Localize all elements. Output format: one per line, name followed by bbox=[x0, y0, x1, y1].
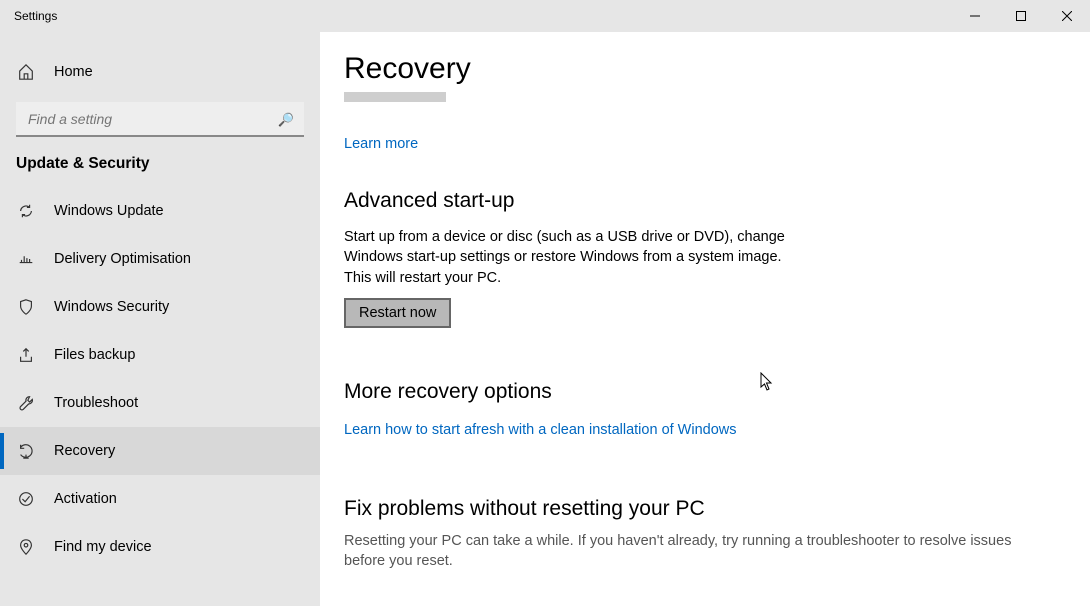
more-recovery-heading: More recovery options bbox=[344, 380, 1066, 404]
minimize-button[interactable] bbox=[952, 0, 998, 32]
page-title: Recovery bbox=[344, 52, 1066, 86]
restart-now-button[interactable]: Restart now bbox=[344, 298, 451, 328]
titlebar: Settings bbox=[0, 0, 1090, 32]
troubleshoot-icon bbox=[16, 393, 36, 413]
settings-window: Settings Home bbox=[0, 0, 1090, 606]
activation-icon bbox=[16, 489, 36, 509]
home-link[interactable]: Home bbox=[0, 50, 320, 94]
home-label: Home bbox=[54, 64, 93, 80]
nav-label: Windows Update bbox=[54, 203, 164, 219]
home-icon bbox=[16, 62, 36, 82]
nav-label: Find my device bbox=[54, 539, 152, 555]
nav-list: Windows Update Delivery Optimisation Win… bbox=[0, 187, 320, 571]
refresh-icon bbox=[16, 201, 36, 221]
nav-label: Windows Security bbox=[54, 299, 169, 315]
sidebar-item-windows-security[interactable]: Windows Security bbox=[0, 283, 320, 331]
sidebar-item-troubleshoot[interactable]: Troubleshoot bbox=[0, 379, 320, 427]
nav-label: Recovery bbox=[54, 443, 115, 459]
reset-section-partial: Get started bbox=[344, 92, 1066, 110]
close-button[interactable] bbox=[1044, 0, 1090, 32]
search-field[interactable]: 🔍 bbox=[16, 102, 304, 137]
sidebar-item-windows-update[interactable]: Windows Update bbox=[0, 187, 320, 235]
sidebar-item-recovery[interactable]: Recovery bbox=[0, 427, 320, 475]
sidebar-item-activation[interactable]: Activation bbox=[0, 475, 320, 523]
search-icon: 🔍 bbox=[278, 112, 294, 128]
advanced-startup-description: Start up from a device or disc (such as … bbox=[344, 227, 804, 288]
fresh-install-link[interactable]: Learn how to start afresh with a clean i… bbox=[344, 422, 737, 438]
delivery-icon bbox=[16, 249, 36, 269]
sidebar-item-files-backup[interactable]: Files backup bbox=[0, 331, 320, 379]
sidebar-item-find-my-device[interactable]: Find my device bbox=[0, 523, 320, 571]
main-content: Recovery Get started Learn more Advanced… bbox=[320, 32, 1090, 606]
main-scroll[interactable]: Recovery Get started Learn more Advanced… bbox=[320, 32, 1090, 606]
category-heading: Update & Security bbox=[0, 147, 320, 187]
nav-label: Files backup bbox=[54, 347, 135, 363]
advanced-startup-heading: Advanced start-up bbox=[344, 189, 1066, 213]
find-device-icon bbox=[16, 537, 36, 557]
window-title: Settings bbox=[0, 9, 57, 23]
search-input[interactable] bbox=[16, 102, 304, 137]
nav-label: Delivery Optimisation bbox=[54, 251, 191, 267]
fix-problems-description: Resetting your PC can take a while. If y… bbox=[344, 531, 1044, 572]
sidebar-item-delivery-optimisation[interactable]: Delivery Optimisation bbox=[0, 235, 320, 283]
fix-problems-heading: Fix problems without resetting your PC bbox=[344, 497, 1066, 521]
nav-label: Troubleshoot bbox=[54, 395, 138, 411]
shield-icon bbox=[16, 297, 36, 317]
learn-more-link[interactable]: Learn more bbox=[344, 136, 418, 152]
recovery-icon bbox=[16, 441, 36, 461]
backup-icon bbox=[16, 345, 36, 365]
maximize-button[interactable] bbox=[998, 0, 1044, 32]
sidebar: Home 🔍 Update & Security Windows Update bbox=[0, 32, 320, 606]
nav-label: Activation bbox=[54, 491, 117, 507]
get-started-button[interactable]: Get started bbox=[344, 92, 446, 102]
